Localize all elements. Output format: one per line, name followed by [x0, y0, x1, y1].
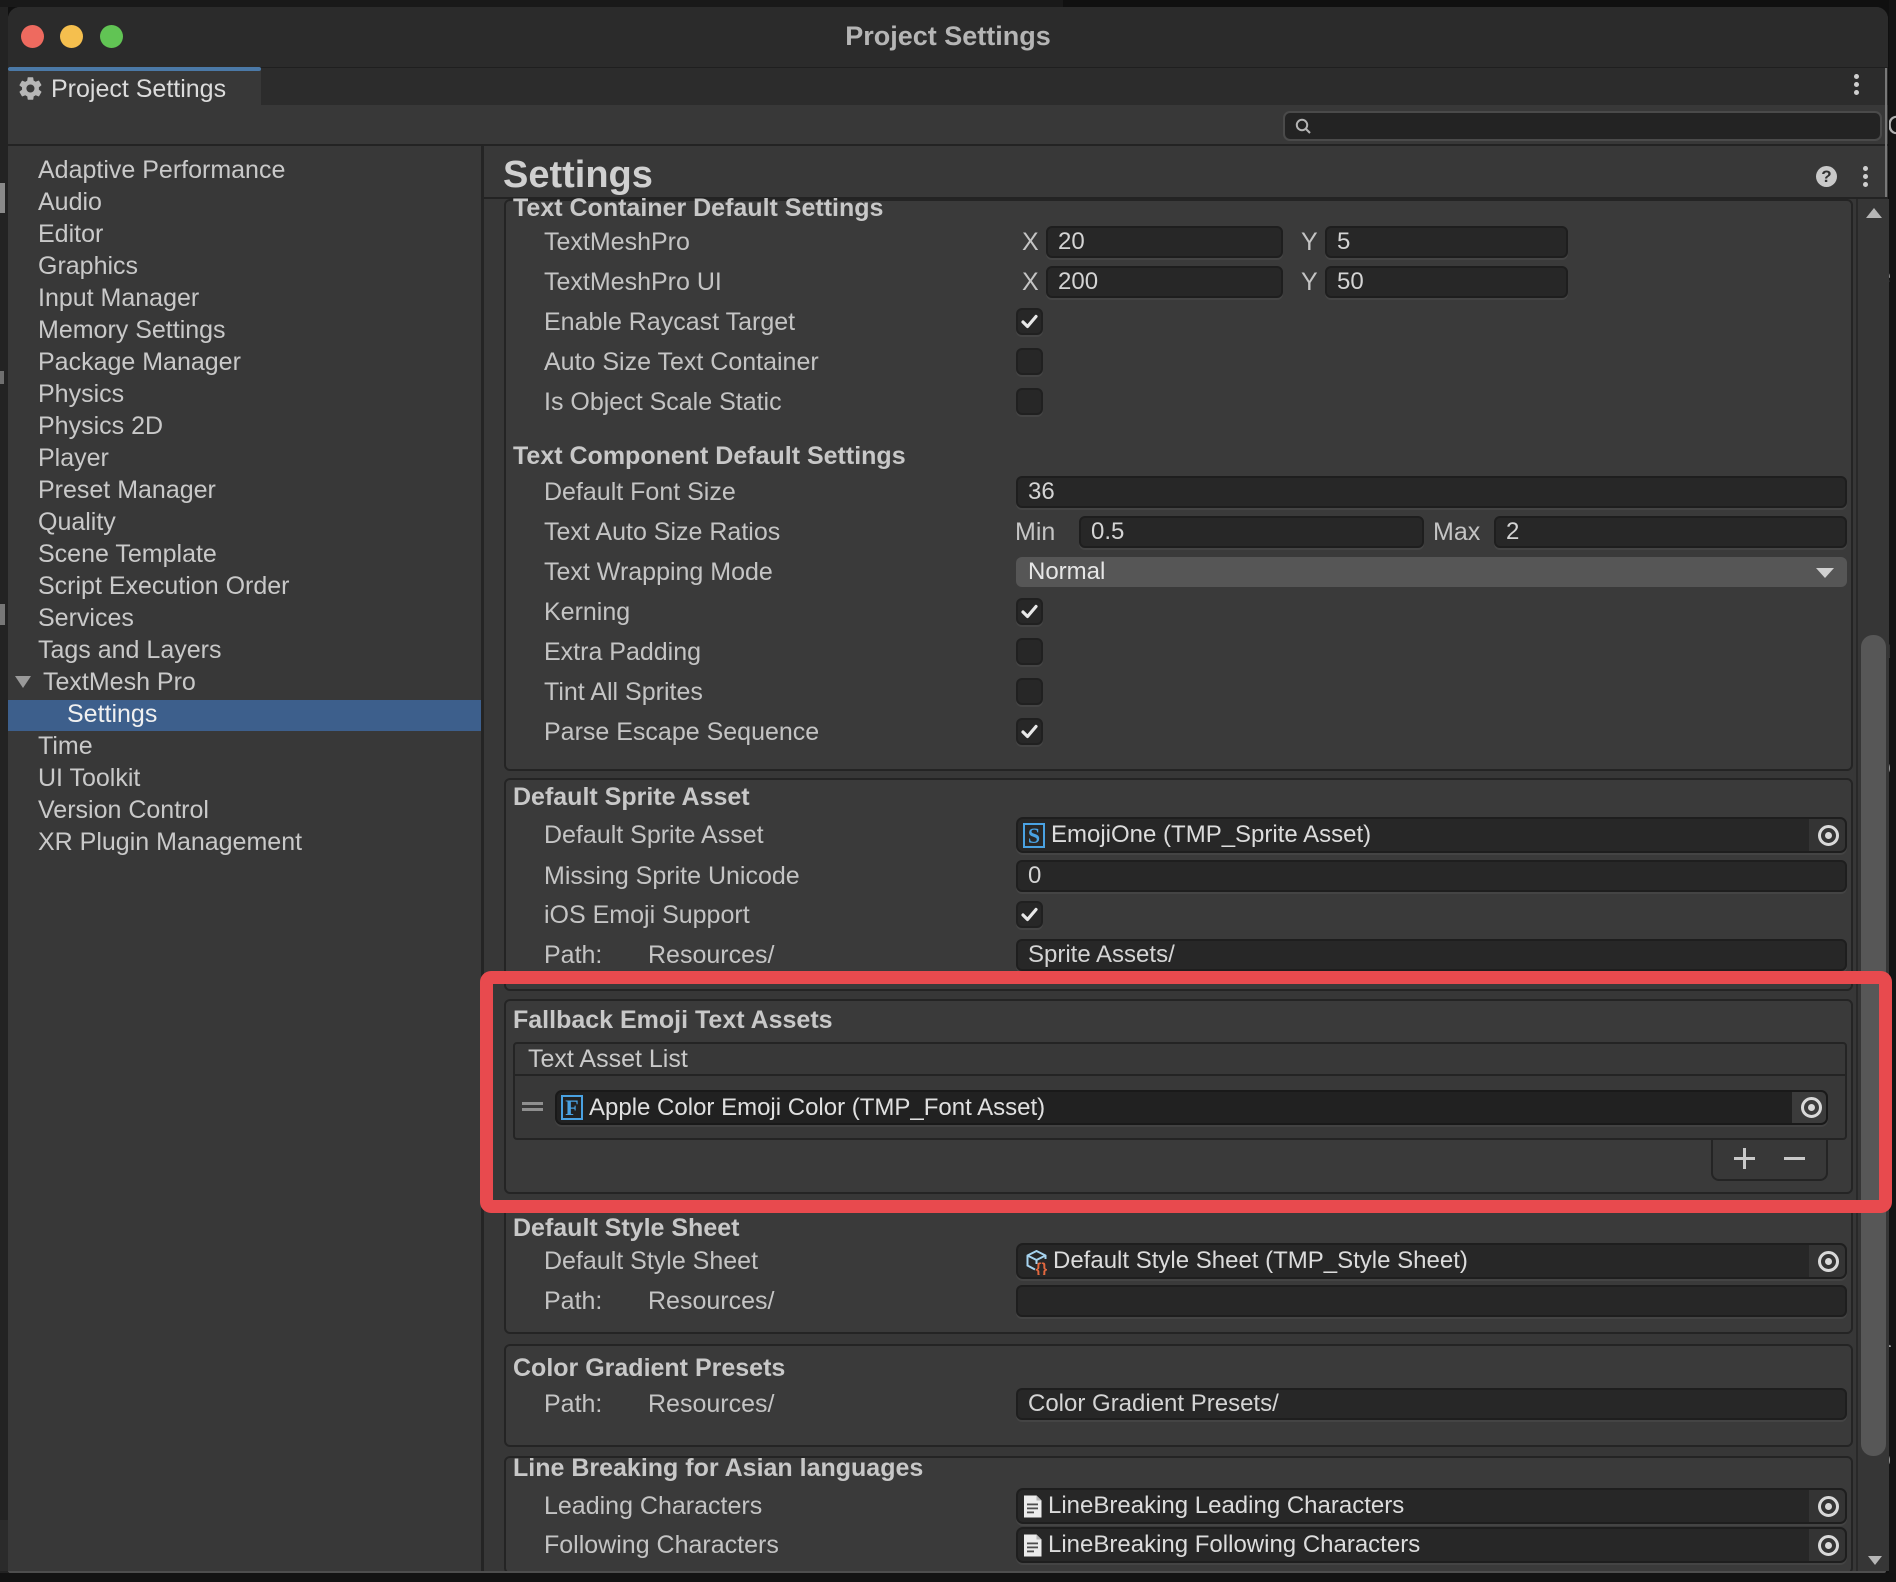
svg-text:{}: {}: [1036, 1260, 1048, 1275]
